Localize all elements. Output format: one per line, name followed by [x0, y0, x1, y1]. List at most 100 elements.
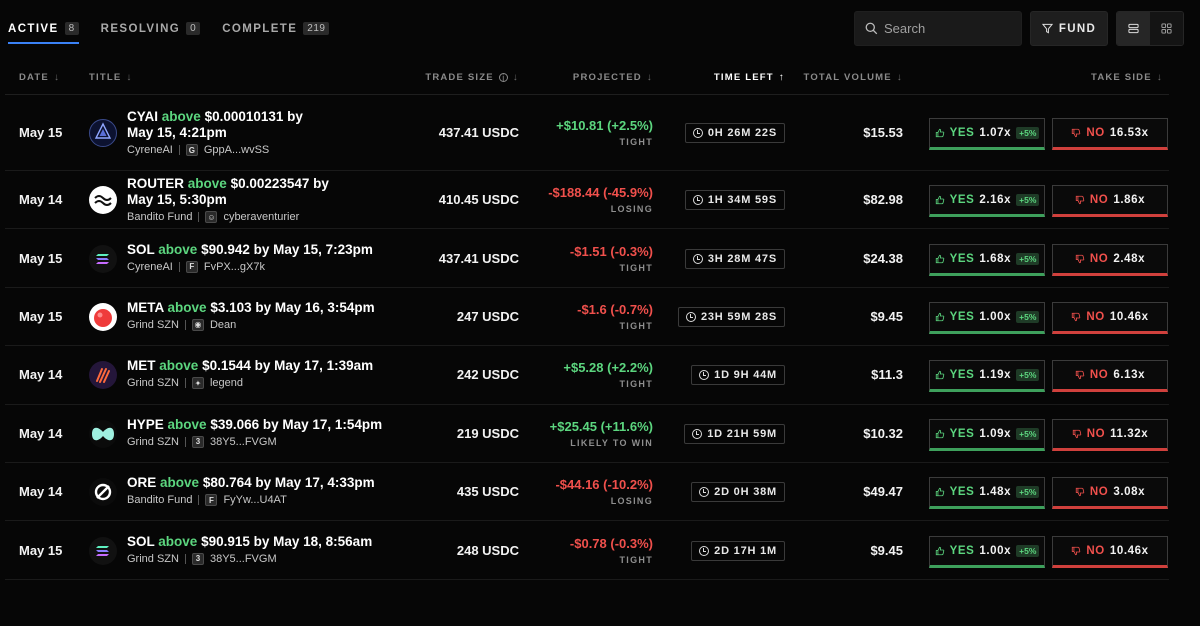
- creator-handle[interactable]: 38Y5...FVGM: [210, 553, 277, 565]
- creator-name[interactable]: Bandito Fund: [127, 211, 192, 223]
- market-title[interactable]: SOL above $90.942 by May 15, 7:23pm Cyre…: [127, 242, 417, 273]
- time-left-value: 2D 17H 1M: [714, 544, 777, 557]
- take-no-button[interactable]: NO 2.48x: [1052, 243, 1168, 276]
- take-yes-button[interactable]: YES 1.00x +5%: [929, 535, 1045, 568]
- yes-multiplier: 2.16x: [979, 194, 1012, 207]
- creator-name[interactable]: Grind SZN: [127, 319, 179, 331]
- market-title[interactable]: MET above $0.1544 by May 17, 1:39am Grin…: [127, 358, 417, 390]
- creator-handle[interactable]: legend: [210, 377, 243, 389]
- search-input[interactable]: [884, 21, 1014, 36]
- thumbs-down-icon: [1072, 429, 1081, 438]
- target-text: $90.915 by May 18, 8:56am: [201, 533, 373, 549]
- thumbs-up-icon: [935, 371, 944, 380]
- market-title[interactable]: ORE above $80.764 by May 17, 4:33pm Band…: [127, 475, 417, 507]
- creator-handle[interactable]: GppA...wvSS: [204, 144, 269, 156]
- header-label: TIME LEFT: [713, 72, 774, 83]
- creator-handle[interactable]: 38Y5...FVGM: [210, 436, 277, 448]
- take-no-button[interactable]: NO 6.13x: [1052, 360, 1168, 393]
- grid-view-icon: [1161, 23, 1172, 34]
- col-header-total-volume[interactable]: TOTAL VOLUME ↓: [804, 72, 904, 83]
- take-yes-button[interactable]: YES 2.16x +5%: [929, 185, 1045, 218]
- take-yes-button[interactable]: YES 1.19x +5%: [929, 360, 1045, 393]
- take-yes-button[interactable]: YES 1.48x +5%: [929, 477, 1045, 510]
- market-title[interactable]: ROUTER above $0.00223547 by May 15, 5:30…: [127, 176, 417, 224]
- market-title[interactable]: META above $3.103 by May 16, 3:54pm Grin…: [127, 300, 417, 331]
- table-row[interactable]: May 15 SOL above $90.915 by May 18, 8:56…: [5, 521, 1169, 580]
- take-no-button[interactable]: NO 3.08x: [1052, 477, 1168, 510]
- token-logo-icon: [89, 536, 117, 565]
- col-header-time-left[interactable]: TIME LEFT ↑: [714, 72, 785, 83]
- creator-name[interactable]: CyreneAI: [127, 261, 173, 273]
- take-yes-button[interactable]: YES 1.68x +5%: [929, 243, 1045, 276]
- thumbs-up-icon: [935, 196, 944, 205]
- grid-view-button[interactable]: [1150, 12, 1183, 45]
- market-title[interactable]: SOL above $90.915 by May 18, 8:56am Grin…: [127, 534, 417, 565]
- take-no-button[interactable]: NO 10.46x: [1052, 535, 1168, 568]
- yes-label: YES: [949, 310, 975, 323]
- creator-line: Grind SZN 3 38Y5...FVGM: [127, 552, 417, 565]
- tab-complete[interactable]: COMPLETE 219: [222, 22, 330, 44]
- fund-button[interactable]: FUND: [1030, 11, 1108, 46]
- trade-size: 435 USDC: [456, 484, 519, 500]
- projected-value: -$1.51 (-0.3%): [569, 243, 653, 259]
- tab-resolving[interactable]: RESOLVING 0: [101, 22, 201, 44]
- market-title[interactable]: HYPE above $39.066 by May 17, 1:54pm Gri…: [127, 417, 417, 448]
- creator-name[interactable]: Grind SZN: [127, 553, 179, 565]
- projected-cell: -$188.44 (-45.9%) LOSING: [548, 185, 653, 214]
- yes-bonus-badge: +5%: [1016, 252, 1040, 265]
- direction-label: above: [187, 176, 227, 192]
- creator-handle[interactable]: Dean: [210, 319, 236, 331]
- info-icon[interactable]: i: [498, 73, 508, 83]
- row-date: May 15: [19, 542, 63, 558]
- token-logo-icon: [89, 419, 117, 448]
- search-box[interactable]: [854, 11, 1022, 46]
- no-label: NO: [1086, 127, 1105, 139]
- clock-icon: [692, 253, 703, 264]
- take-no-button[interactable]: NO 1.86x: [1052, 185, 1168, 218]
- projected-status: TIGHT: [619, 379, 653, 390]
- take-no-button[interactable]: NO 10.46x: [1052, 301, 1168, 334]
- list-view-button[interactable]: [1117, 12, 1150, 45]
- creator-handle[interactable]: cyberaventurier: [223, 211, 299, 223]
- thumbs-down-icon: [1072, 128, 1081, 138]
- token-logo-icon: [89, 186, 117, 215]
- table-row[interactable]: May 14 ORE above $80.764 by May 17, 4:33…: [5, 463, 1169, 522]
- col-header-date[interactable]: DATE ↓: [19, 72, 60, 83]
- creator-handle[interactable]: FyYw...U4AT: [223, 494, 286, 506]
- col-header-trade-size[interactable]: TRADE SIZE i ↓: [425, 72, 519, 83]
- market-title[interactable]: CYAI above $0.00010131 by May 15, 4:21pm…: [127, 109, 417, 156]
- yes-multiplier: 1.68x: [979, 252, 1012, 265]
- take-no-button[interactable]: NO 11.32x: [1052, 418, 1168, 451]
- creator-handle[interactable]: FvPX...gX7k: [204, 261, 265, 273]
- projected-value: +$10.81 (+2.5%): [556, 118, 653, 133]
- table-row[interactable]: May 15 CYAI above $0.00010131 by May 15,…: [5, 95, 1169, 171]
- creator-name[interactable]: CyreneAI: [127, 144, 173, 156]
- target-text: $0.1544 by May 17, 1:39am: [202, 358, 374, 374]
- take-yes-button[interactable]: YES 1.09x +5%: [929, 418, 1045, 451]
- creator-name[interactable]: Bandito Fund: [127, 494, 192, 506]
- table-row[interactable]: May 15 SOL above $90.942 by May 15, 7:23…: [5, 229, 1169, 288]
- table-row[interactable]: May 15 META above $3.103 by May 16, 3:54…: [5, 288, 1169, 347]
- handle-avatar-icon: F: [185, 260, 198, 273]
- take-no-button[interactable]: NO 16.53x: [1052, 118, 1168, 150]
- token-logo-icon: [89, 478, 117, 507]
- col-header-take-side[interactable]: TAKE SIDE ↓: [1091, 72, 1163, 83]
- projected-cell: -$44.16 (-10.2%) LOSING: [555, 477, 653, 506]
- table-row[interactable]: May 14 MET above $0.1544 by May 17, 1:39…: [5, 346, 1169, 405]
- row-date: May 15: [19, 250, 63, 266]
- target-text: $0.00223547 by: [230, 176, 329, 192]
- table-row[interactable]: May 14 HYPE above $39.066 by May 17, 1:5…: [5, 405, 1169, 463]
- creator-name[interactable]: Grind SZN: [127, 377, 179, 389]
- take-yes-button[interactable]: YES 1.00x +5%: [929, 301, 1045, 334]
- token-symbol: SOL: [127, 533, 155, 549]
- col-header-projected[interactable]: PROJECTED ↓: [573, 72, 653, 83]
- trade-size: 247 USDC: [456, 308, 519, 324]
- table-row[interactable]: May 14 ROUTER above $0.00223547 by May 1…: [5, 171, 1169, 230]
- creator-name[interactable]: Grind SZN: [127, 436, 179, 448]
- col-header-title[interactable]: TITLE ↓: [89, 72, 133, 83]
- take-yes-button[interactable]: YES 1.07x +5%: [929, 118, 1045, 150]
- thumbs-up-icon: [935, 128, 944, 138]
- no-label: NO: [1086, 544, 1105, 557]
- tab-active[interactable]: ACTIVE 8: [8, 22, 79, 44]
- time-left-value: 3H 28M 47S: [707, 252, 777, 265]
